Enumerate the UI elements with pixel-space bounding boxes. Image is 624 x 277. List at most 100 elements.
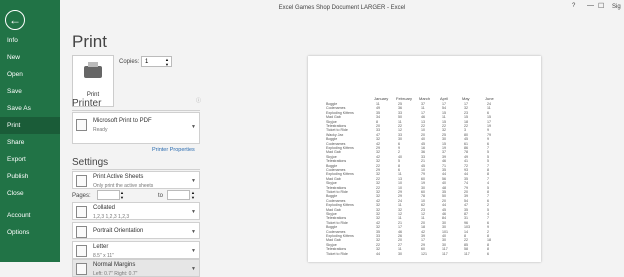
row-value: 42 [421, 229, 425, 234]
nav-share[interactable]: Share [0, 134, 60, 151]
paper-size-dropdown[interactable]: Letter 8.5" x 11" ▼ [72, 241, 200, 259]
row-value: 11 [398, 247, 402, 252]
pages-from-input[interactable] [97, 190, 120, 200]
row-value: 46 [442, 212, 446, 216]
row-value: 10 [421, 128, 425, 133]
paper-size-title: Letter [93, 244, 109, 250]
row-value: 46 [421, 115, 425, 120]
row-name: Telestrations [326, 124, 347, 128]
minimize-button[interactable]: — [587, 2, 594, 9]
preview-row: Mad Gab 32 2 36 37 78 5 [326, 150, 516, 154]
preview-page[interactable]: January February March April May June Boggle 1… [308, 56, 541, 262]
row-value: 50 [442, 194, 446, 199]
orientation-dropdown[interactable]: Portrait Orientation ▼ [72, 222, 200, 239]
row-value: 8 [487, 242, 489, 247]
pages-from-spinner-icon[interactable]: ▲ ▼ [120, 190, 124, 200]
row-value: 30 [442, 137, 446, 142]
preview-row: Ticket to Ride 32 29 60 35 20 8 [326, 190, 516, 194]
back-arrow-icon[interactable]: ← [5, 10, 25, 30]
row-name: Ticket to Ride [326, 220, 348, 225]
nav-options[interactable]: Options [0, 224, 60, 241]
row-value: 35 [464, 176, 468, 181]
margins-icon [76, 263, 87, 275]
printer-properties-link[interactable]: Printer Properties [152, 147, 195, 153]
row-value: 8 [487, 234, 489, 238]
month-header: June [485, 96, 494, 101]
row-value: 35 [442, 190, 446, 194]
preview-row: Boggle 32 30 40 30 45 9 [326, 137, 516, 141]
row-value: 32 [376, 216, 380, 221]
row-value: 7 [487, 216, 489, 221]
row-value: 25 [442, 132, 446, 137]
nav-save[interactable]: Save [0, 83, 60, 100]
nav-print[interactable]: Print [0, 117, 60, 134]
collation-sub: 1,2,3 1,2,3 1,2,3 [93, 214, 130, 220]
pages-to-spinner-icon[interactable]: ▲ ▼ [191, 190, 195, 200]
pages-to-label: to [158, 193, 164, 199]
copies-input[interactable]: 1 ▲ ▼ [141, 56, 172, 67]
row-value: 8 [464, 234, 466, 238]
preview-row: Codenames 49 36 11 54 32 11 [326, 106, 516, 110]
row-value: 36 [398, 106, 402, 111]
row-value: 20 [421, 220, 425, 225]
row-value: 24 [487, 102, 491, 106]
collation-dropdown[interactable]: Collated 1,2,3 1,2,3 1,2,3 ▼ [72, 202, 200, 220]
row-value: 22 [398, 124, 402, 128]
help-icon[interactable]: ? [572, 3, 575, 9]
row-value: 30 [398, 137, 402, 142]
row-value: 42 [376, 154, 380, 159]
row-value: 12 [398, 128, 402, 133]
copies-spinner-icon[interactable]: ▲ ▼ [165, 57, 169, 67]
row-name: Exploding Kittens [326, 172, 354, 177]
row-value: 8 [487, 247, 489, 252]
pages-label: Pages: [72, 193, 91, 199]
nav-save-as[interactable]: Save As [0, 100, 60, 117]
printer-dropdown[interactable]: Microsoft Print to PDF Ready ▼ [72, 112, 200, 144]
restore-button[interactable]: ☐ [598, 2, 604, 10]
row-value: 11 [421, 106, 425, 111]
month-header: February [396, 96, 413, 101]
chevron-down-icon: ▼ [191, 229, 196, 235]
print-settings-panel: Print Print Copies: 1 ▲ ▼ Printer ⓘ Micro… [60, 16, 206, 277]
row-value: 40 [442, 234, 446, 238]
row-value: 37 [421, 102, 425, 106]
row-value: 11 [398, 203, 402, 208]
nav-publish[interactable]: Publish [0, 168, 60, 185]
nav-close[interactable]: Close [0, 185, 60, 202]
row-value: 41 [464, 159, 468, 164]
row-value: 33 [376, 128, 380, 133]
nav-export[interactable]: Export [0, 151, 60, 168]
pages-to-input[interactable] [167, 190, 190, 200]
sign-in-link[interactable]: Sig [612, 4, 621, 10]
nav-open[interactable]: Open [0, 66, 60, 83]
row-value: 39 [421, 234, 425, 238]
row-value: 12 [421, 212, 425, 216]
preview-row: Telestrations 22 10 30 48 79 5 [326, 186, 516, 190]
nav-account[interactable]: Account [0, 207, 60, 224]
row-value: 29 [421, 242, 425, 247]
row-value: 32 [376, 150, 380, 155]
info-icon[interactable]: ⓘ [196, 97, 201, 104]
row-value: 117 [442, 247, 448, 252]
row-value: 4 [487, 181, 489, 186]
divider [72, 110, 200, 111]
title-bar: Excel Games Shop Document LARGER - Excel… [60, 0, 624, 16]
row-value: 30 [442, 220, 446, 225]
row-name: Exploding Kittens [326, 234, 354, 238]
row-value: 85 [464, 242, 468, 247]
print-what-sub: Only print the active sheets [93, 183, 154, 189]
nav-new[interactable]: New [0, 49, 60, 66]
row-value: 11 [398, 119, 402, 124]
row-value: 14 [464, 229, 468, 234]
row-value: 8 [487, 172, 489, 177]
row-value: 30 [442, 242, 446, 247]
printer-status: Ready [93, 127, 108, 133]
row-value: 78 [464, 150, 468, 155]
row-value: 33 [421, 154, 425, 159]
row-value: 117 [464, 251, 470, 256]
collate-icon [76, 206, 87, 218]
nav-info[interactable]: Info [0, 32, 60, 49]
row-name: Ticket to Ride [326, 251, 348, 256]
row-value: 44 [376, 251, 380, 256]
print-what-dropdown[interactable]: Print Active Sheets Only print the activ… [72, 171, 200, 189]
